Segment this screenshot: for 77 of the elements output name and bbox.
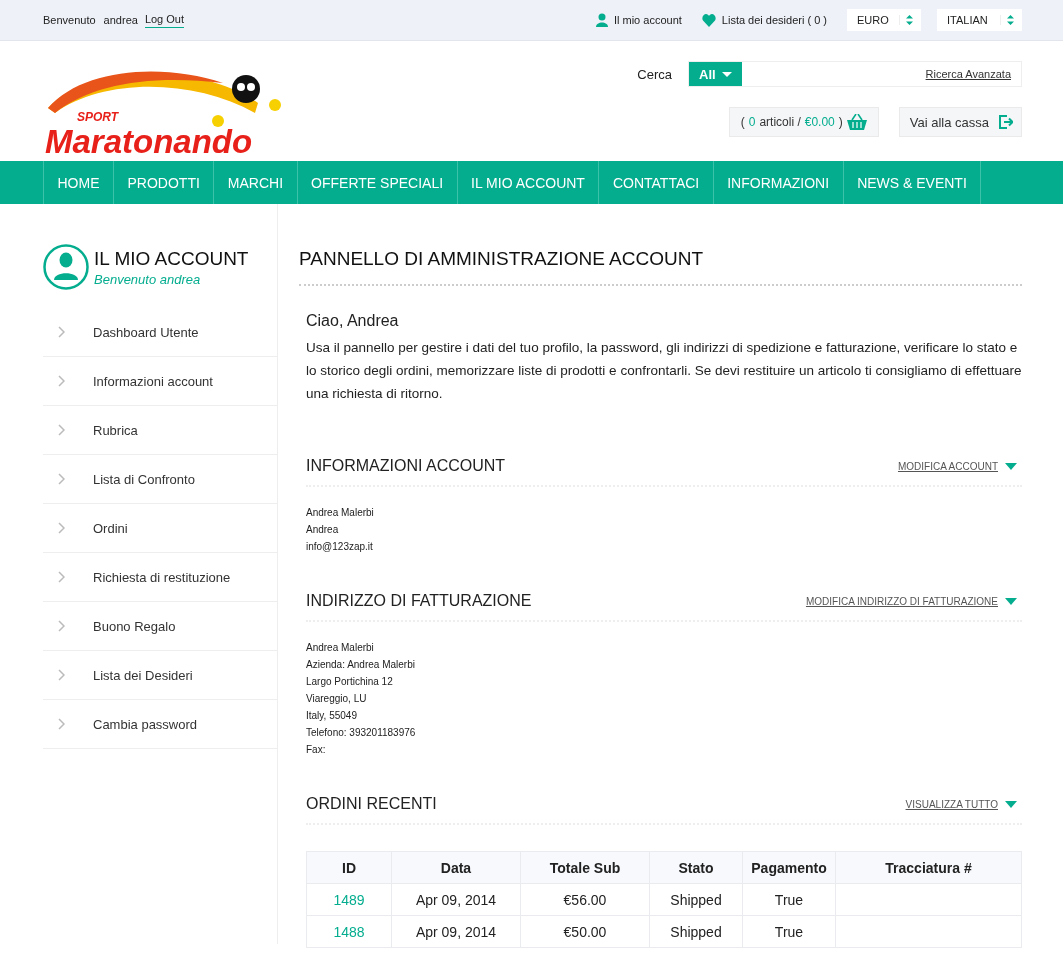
sidebar-item[interactable]: Informazioni account (43, 357, 277, 406)
cart-button[interactable]: ( 0 articoli / €0.00 ) (728, 107, 879, 137)
currency-select[interactable]: EURO (847, 9, 921, 31)
table-cell: Apr 09, 2014 (415, 923, 497, 940)
section-link[interactable]: MODIFICA INDIRIZZO DI FATTURAZIONE (805, 595, 998, 607)
info-text: Telefono: 393201183976 (306, 726, 417, 740)
info-text: Largo Portichina 12 (306, 675, 394, 689)
section-link[interactable]: MODIFICA ACCOUNT (898, 460, 998, 472)
heart-icon (701, 13, 716, 27)
sidebar-subtitle: Benvenuto andrea (94, 271, 202, 287)
column-header: Data (391, 851, 521, 884)
sidebar-item[interactable]: Richiesta di restituzione (43, 553, 277, 602)
table-cell: True (774, 923, 804, 940)
section-title: INFORMAZIONI ACCOUNT (306, 457, 507, 475)
caret-icon (721, 71, 732, 77)
updown-arrows-icon (1000, 15, 1014, 25)
sidebar-item[interactable]: Lista di Confronto (43, 455, 277, 504)
greeting-text: Ciao, Andrea (306, 312, 400, 330)
chevron-right-icon (58, 326, 65, 338)
info-text: Andrea (306, 523, 340, 537)
username-text: andrea (103, 14, 138, 26)
user-avatar-icon (43, 244, 89, 290)
sidebar-item[interactable]: Buono Regalo (43, 602, 277, 651)
welcome-text: Benvenuto (43, 14, 96, 26)
basket-icon (846, 114, 867, 130)
table-cell: Shipped (670, 923, 722, 940)
chevron-right-icon (58, 522, 65, 534)
section-link[interactable]: VISUALIZZA TUTTO (905, 798, 998, 810)
chevron-right-icon (58, 571, 65, 583)
logout-link[interactable]: Log Out (144, 12, 184, 28)
section-title: INDIRIZZO DI FATTURAZIONE (306, 592, 533, 610)
search-label: Cerca (637, 66, 672, 82)
chevron-right-icon (58, 473, 65, 485)
info-text: Azienda: Andrea Malerbi (306, 658, 416, 672)
advanced-search-link[interactable]: Ricerca Avanzata (925, 68, 1011, 80)
caret-down-icon (1005, 597, 1017, 605)
table-cell: €50.00 (563, 923, 607, 940)
exit-arrow-icon (999, 115, 1013, 129)
table-cell: €56.00 (563, 891, 607, 908)
info-text: Andrea Malerbi (306, 641, 375, 655)
chevron-right-icon (58, 669, 65, 681)
column-header: Totale Sub (520, 851, 650, 884)
wishlist-link[interactable]: Lista dei desideri ( 0 ) (701, 13, 827, 27)
sidebar-item[interactable]: Lista dei Desideri (43, 651, 277, 700)
info-text: Viareggio, LU (306, 692, 368, 706)
updown-arrows-icon (899, 15, 913, 25)
table-cell: Shipped (670, 891, 722, 908)
caret-down-icon (1005, 800, 1017, 808)
chevron-right-icon (58, 718, 65, 730)
sidebar-item[interactable]: Cambia password (43, 700, 277, 749)
search-field[interactable]: All Ricerca Avanzata (688, 61, 1022, 87)
column-header: Pagamento (742, 851, 836, 884)
sidebar-title: IL MIO ACCOUNT (94, 247, 249, 270)
column-header: Stato (649, 851, 743, 884)
info-text: Italy, 55049 (306, 709, 358, 723)
table-cell: Apr 09, 2014 (415, 891, 497, 908)
table-cell: True (774, 891, 804, 908)
account-link[interactable]: Il mio account (595, 13, 682, 27)
info-text: Andrea Malerbi (306, 506, 375, 520)
sidebar-item[interactable]: Rubrica (43, 406, 277, 455)
caret-down-icon (1005, 462, 1017, 470)
sidebar-item[interactable]: Dashboard Utente (43, 308, 277, 357)
chevron-right-icon (58, 375, 65, 387)
column-header: Tracciatura # (835, 851, 1022, 884)
chevron-right-icon (58, 620, 65, 632)
maratonando-logo[interactable]: SPORT Maratonando (43, 63, 303, 163)
person-icon (595, 13, 608, 27)
chevron-right-icon (58, 424, 65, 436)
info-text: info@123zap.it (306, 540, 374, 554)
page-title: PANNELLO DI AMMINISTRAZIONE ACCOUNT (299, 248, 1022, 286)
checkout-button[interactable]: Vai alla cassa (898, 107, 1022, 137)
sidebar-item[interactable]: Ordini (43, 504, 277, 553)
info-text: Fax: (306, 743, 327, 757)
intro-paragraph: Usa il pannello per gestire i dati del tuo profilo, la password, gli indirizzi di spedizione e fatturazione, verificare lo stato e lo storico degli ordini, memorizzare liste di prodotti e confrontarli. Se devi restituire un articolo ti consigliamo di effettuare una richiesta di ritorno. (306, 339, 1022, 403)
section-title: ORDINI RECENTI (306, 795, 438, 813)
language-select[interactable]: ITALIAN (937, 9, 1022, 31)
column-header: ID (306, 851, 392, 884)
